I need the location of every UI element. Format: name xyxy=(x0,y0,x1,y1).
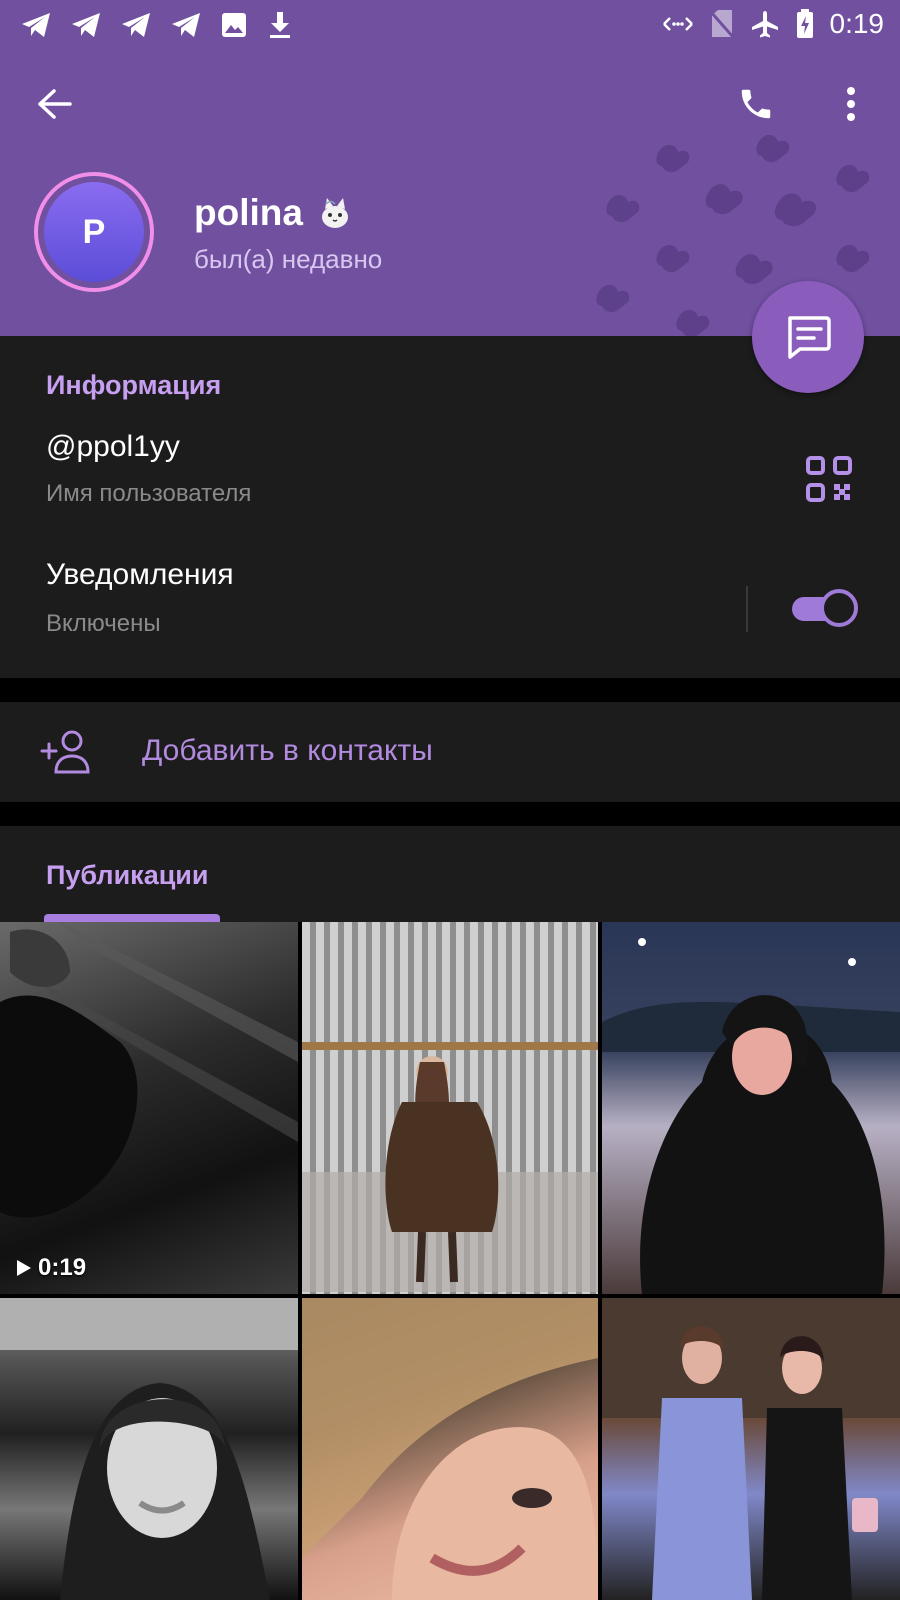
username-label: Имя пользователя xyxy=(46,480,252,507)
photo-thumbnail-icon xyxy=(602,938,900,1294)
send-message-button[interactable] xyxy=(752,281,864,393)
profile-name-row: polina xyxy=(194,192,353,234)
notification-icons xyxy=(20,10,294,40)
telegram-icon xyxy=(72,13,100,37)
avatar-letter: P xyxy=(44,182,144,282)
avatar[interactable]: P xyxy=(34,172,154,292)
qr-code-icon[interactable] xyxy=(804,454,854,504)
media-tile-photo[interactable] xyxy=(602,1298,900,1600)
download-icon xyxy=(270,12,290,38)
profile-name: polina xyxy=(194,192,303,233)
info-section-title: Информация xyxy=(46,370,222,400)
cat-emoji-icon[interactable] xyxy=(317,195,353,231)
call-button[interactable] xyxy=(728,76,784,132)
image-icon xyxy=(222,13,246,37)
phone-icon xyxy=(741,89,771,119)
more-vertical-icon xyxy=(847,87,855,121)
no-sim-icon xyxy=(709,10,734,38)
airplane-icon xyxy=(751,11,778,38)
media-tile-video[interactable]: 0:19 xyxy=(0,922,298,1294)
video-thumbnail-icon xyxy=(0,922,298,1218)
video-duration-badge: 0:19 xyxy=(16,1254,86,1282)
telegram-icon xyxy=(172,13,200,37)
back-button[interactable] xyxy=(26,76,82,132)
add-person-icon xyxy=(40,730,90,774)
notifications-value: Включены xyxy=(46,610,161,637)
status-time: 0:19 xyxy=(829,8,885,39)
notifications-title: Уведомления xyxy=(46,558,234,591)
media-tile-photo[interactable] xyxy=(302,1298,598,1600)
telegram-icon xyxy=(22,13,50,37)
info-section: Информация @ppol1yy Имя пользователя Уве… xyxy=(0,336,900,678)
notifications-toggle[interactable] xyxy=(790,589,858,627)
add-contact-button[interactable]: Добавить в контакты xyxy=(0,702,900,802)
play-icon xyxy=(17,1260,31,1276)
media-grid: 0:19 xyxy=(0,922,900,1600)
publications-tabs: Публикации xyxy=(0,826,900,922)
more-options-button[interactable] xyxy=(823,76,879,132)
battery-charging-icon xyxy=(796,9,813,38)
tab-publications[interactable]: Публикации xyxy=(46,860,209,891)
media-tile-photo[interactable] xyxy=(302,922,598,1294)
tab-indicator xyxy=(44,914,220,922)
last-seen-status: был(а) недавно xyxy=(194,244,383,274)
photo-thumbnail-icon xyxy=(302,1042,598,1292)
username-value[interactable]: @ppol1yy xyxy=(46,430,180,464)
telegram-icon xyxy=(122,13,150,37)
divider xyxy=(746,586,748,632)
status-bar: 0:19 xyxy=(0,0,900,50)
data-saver-icon xyxy=(662,17,693,31)
photo-thumbnail-icon xyxy=(302,1298,598,1600)
back-arrow-icon xyxy=(38,89,72,119)
photo-thumbnail-icon xyxy=(602,1298,900,1600)
system-icons: 0:19 xyxy=(662,8,885,40)
media-tile-photo[interactable] xyxy=(602,922,900,1294)
add-contact-label: Добавить в контакты xyxy=(142,734,433,767)
video-duration: 0:19 xyxy=(38,1254,87,1281)
toggle-knob xyxy=(820,589,858,627)
media-tile-photo[interactable] xyxy=(0,1298,298,1600)
message-icon xyxy=(788,316,831,359)
photo-thumbnail-icon xyxy=(0,1298,298,1600)
profile-header: 0:19 P polina был(а) недавно xyxy=(0,0,900,336)
